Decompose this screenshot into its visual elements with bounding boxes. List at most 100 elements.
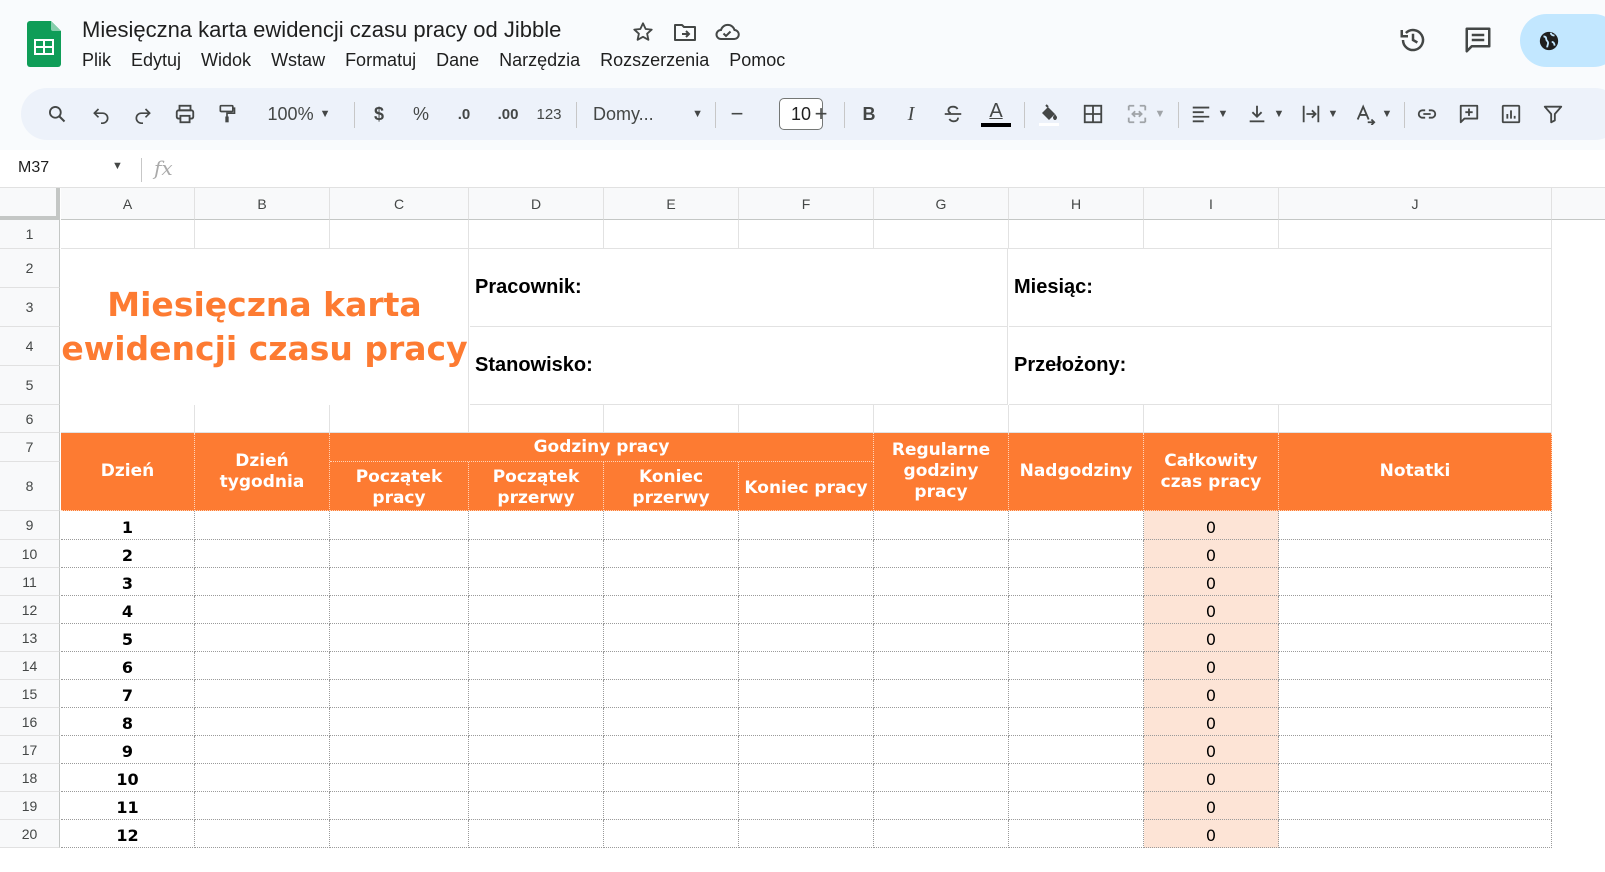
day-number-cell[interactable]: 10	[61, 764, 195, 792]
menu-format[interactable]: Formatuj	[335, 48, 426, 72]
table-cell[interactable]	[1009, 596, 1144, 624]
row-header-10[interactable]: 10	[0, 540, 60, 568]
table-cell[interactable]	[330, 596, 469, 624]
header-end-break[interactable]: Koniec przerwy	[604, 462, 739, 511]
table-cell[interactable]	[874, 820, 1009, 848]
table-cell[interactable]	[1279, 680, 1552, 708]
table-cell[interactable]	[330, 764, 469, 792]
table-cell[interactable]	[195, 596, 330, 624]
cell[interactable]	[1009, 405, 1144, 433]
total-hours-cell[interactable]: 0	[1144, 652, 1279, 680]
table-cell[interactable]	[874, 792, 1009, 820]
table-cell[interactable]	[1009, 624, 1144, 652]
table-cell[interactable]	[604, 511, 739, 540]
supervisor-label[interactable]: Przełożony:	[1009, 327, 1552, 405]
table-cell[interactable]	[195, 792, 330, 820]
table-cell[interactable]	[195, 764, 330, 792]
table-cell[interactable]	[469, 708, 604, 736]
comments-icon[interactable]	[1462, 24, 1494, 56]
day-number-cell[interactable]: 9	[61, 736, 195, 764]
column-header-i[interactable]: I	[1144, 188, 1279, 220]
text-color-button[interactable]: A	[979, 100, 1013, 128]
row-header-19[interactable]: 19	[0, 792, 60, 820]
total-hours-cell[interactable]: 0	[1144, 540, 1279, 568]
table-cell[interactable]	[469, 792, 604, 820]
decrease-decimal-button[interactable]: .0	[449, 100, 479, 128]
bold-button[interactable]: B	[857, 100, 881, 128]
cell[interactable]	[1279, 220, 1552, 249]
table-cell[interactable]	[1279, 820, 1552, 848]
row-header-8[interactable]: 8	[0, 462, 60, 511]
table-cell[interactable]	[1009, 540, 1144, 568]
name-box[interactable]: M37	[18, 159, 49, 177]
table-cell[interactable]	[604, 708, 739, 736]
menu-edit[interactable]: Edytuj	[121, 48, 191, 72]
table-cell[interactable]	[1279, 511, 1552, 540]
sheet-big-title[interactable]: Miesięczna karta ewidencji czasu pracy	[61, 249, 469, 405]
row-header-14[interactable]: 14	[0, 652, 60, 680]
table-cell[interactable]	[604, 736, 739, 764]
row-header-16[interactable]: 16	[0, 708, 60, 736]
text-wrapping-icon[interactable]: ▼	[1297, 100, 1341, 128]
vertical-align-icon[interactable]: ▼	[1243, 100, 1287, 128]
table-cell[interactable]	[1279, 596, 1552, 624]
horizontal-align-icon[interactable]: ▼	[1187, 100, 1231, 128]
menu-insert[interactable]: Wstaw	[261, 48, 335, 72]
row-header-6[interactable]: 6	[0, 405, 60, 433]
cell[interactable]	[330, 220, 469, 249]
more-formats-button[interactable]: 123	[533, 100, 565, 128]
table-cell[interactable]	[469, 764, 604, 792]
fill-color-icon[interactable]	[1035, 100, 1063, 128]
total-hours-cell[interactable]: 0	[1144, 511, 1279, 540]
cell[interactable]	[1144, 405, 1279, 433]
header-day[interactable]: Dzień	[61, 433, 195, 511]
cell[interactable]	[330, 405, 469, 433]
table-cell[interactable]	[330, 792, 469, 820]
table-cell[interactable]	[1009, 820, 1144, 848]
column-header-c[interactable]: C	[330, 188, 469, 220]
row-header-2[interactable]: 2	[0, 249, 60, 288]
column-header-b[interactable]: B	[195, 188, 330, 220]
table-cell[interactable]	[874, 708, 1009, 736]
table-cell[interactable]	[1279, 624, 1552, 652]
table-cell[interactable]	[739, 820, 874, 848]
strikethrough-icon[interactable]	[939, 100, 967, 128]
day-number-cell[interactable]: 7	[61, 680, 195, 708]
italic-button[interactable]: I	[899, 100, 923, 128]
menu-data[interactable]: Dane	[426, 48, 489, 72]
cell[interactable]	[61, 405, 195, 433]
header-total[interactable]: Całkowity czas pracy	[1144, 433, 1279, 511]
table-cell[interactable]	[195, 820, 330, 848]
version-history-icon[interactable]	[1397, 24, 1429, 56]
table-cell[interactable]	[1009, 764, 1144, 792]
table-cell[interactable]	[330, 708, 469, 736]
table-cell[interactable]	[604, 792, 739, 820]
table-cell[interactable]	[604, 596, 739, 624]
table-cell[interactable]	[1279, 568, 1552, 596]
table-cell[interactable]	[330, 652, 469, 680]
position-label[interactable]: Stanowisko:	[470, 327, 1008, 405]
row-header-13[interactable]: 13	[0, 624, 60, 652]
row-header-17[interactable]: 17	[0, 736, 60, 764]
table-cell[interactable]	[739, 736, 874, 764]
row-header-4[interactable]: 4	[0, 327, 60, 366]
table-cell[interactable]	[739, 596, 874, 624]
table-cell[interactable]	[874, 511, 1009, 540]
table-cell[interactable]	[874, 764, 1009, 792]
column-header-f[interactable]: F	[739, 188, 874, 220]
table-cell[interactable]	[874, 736, 1009, 764]
table-cell[interactable]	[739, 624, 874, 652]
table-cell[interactable]	[469, 511, 604, 540]
table-cell[interactable]	[604, 624, 739, 652]
table-cell[interactable]	[469, 680, 604, 708]
row-header-1[interactable]: 1	[0, 220, 60, 249]
table-cell[interactable]	[874, 680, 1009, 708]
table-cell[interactable]	[330, 568, 469, 596]
table-cell[interactable]	[195, 624, 330, 652]
header-weekday[interactable]: Dzień tygodnia	[195, 433, 330, 511]
cell[interactable]	[469, 405, 604, 433]
row-header-3[interactable]: 3	[0, 288, 60, 327]
column-header-j[interactable]: J	[1279, 188, 1552, 220]
cell[interactable]	[61, 220, 195, 249]
cell[interactable]	[739, 220, 874, 249]
